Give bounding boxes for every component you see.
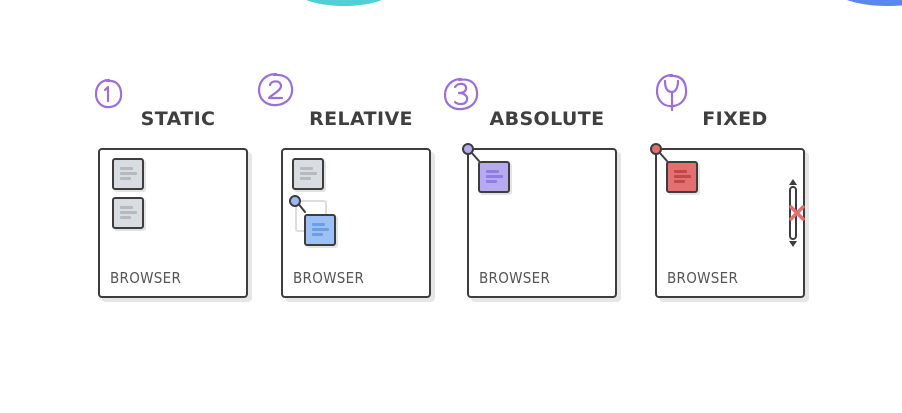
panel-title: ABSOLUTE — [489, 108, 605, 130]
panel-title: STATIC — [140, 108, 216, 130]
number-circle-3 — [443, 77, 479, 111]
fixed-element-box — [666, 161, 698, 193]
number-circle-1 — [94, 78, 123, 109]
browser-label: BROWSER — [110, 269, 182, 287]
decorative-teal-blob — [298, 0, 390, 6]
panel-title: FIXED — [702, 108, 768, 130]
panel-fixed: FIXED BROWSER — [650, 70, 815, 305]
panel-static: STATIC BROWSER — [94, 70, 258, 305]
number-circle-4 — [655, 73, 688, 112]
panel-absolute: ABSOLUTE BROWSER — [443, 70, 627, 305]
browser-label: BROWSER — [667, 269, 739, 287]
reference-point-marker — [289, 195, 301, 207]
browser-window: BROWSER — [281, 148, 431, 298]
panel-relative: RELATIVE BROWSER — [257, 70, 441, 305]
browser-window: BROWSER — [650, 143, 805, 298]
static-element-box-1 — [112, 158, 144, 190]
browser-label: BROWSER — [293, 269, 365, 287]
browser-label: BROWSER — [479, 269, 551, 287]
viewport-anchor-marker — [650, 143, 662, 155]
static-element-box-2 — [112, 197, 144, 229]
panel-title: RELATIVE — [309, 108, 413, 130]
anchor-point-marker — [462, 143, 474, 155]
decorative-blue-blob — [833, 0, 902, 6]
number-circle-2 — [257, 72, 294, 107]
browser-window: BROWSER — [98, 148, 248, 298]
scroll-position-x-icon — [789, 205, 805, 221]
browser-window: BROWSER — [462, 143, 617, 298]
absolute-element-box — [478, 161, 510, 193]
